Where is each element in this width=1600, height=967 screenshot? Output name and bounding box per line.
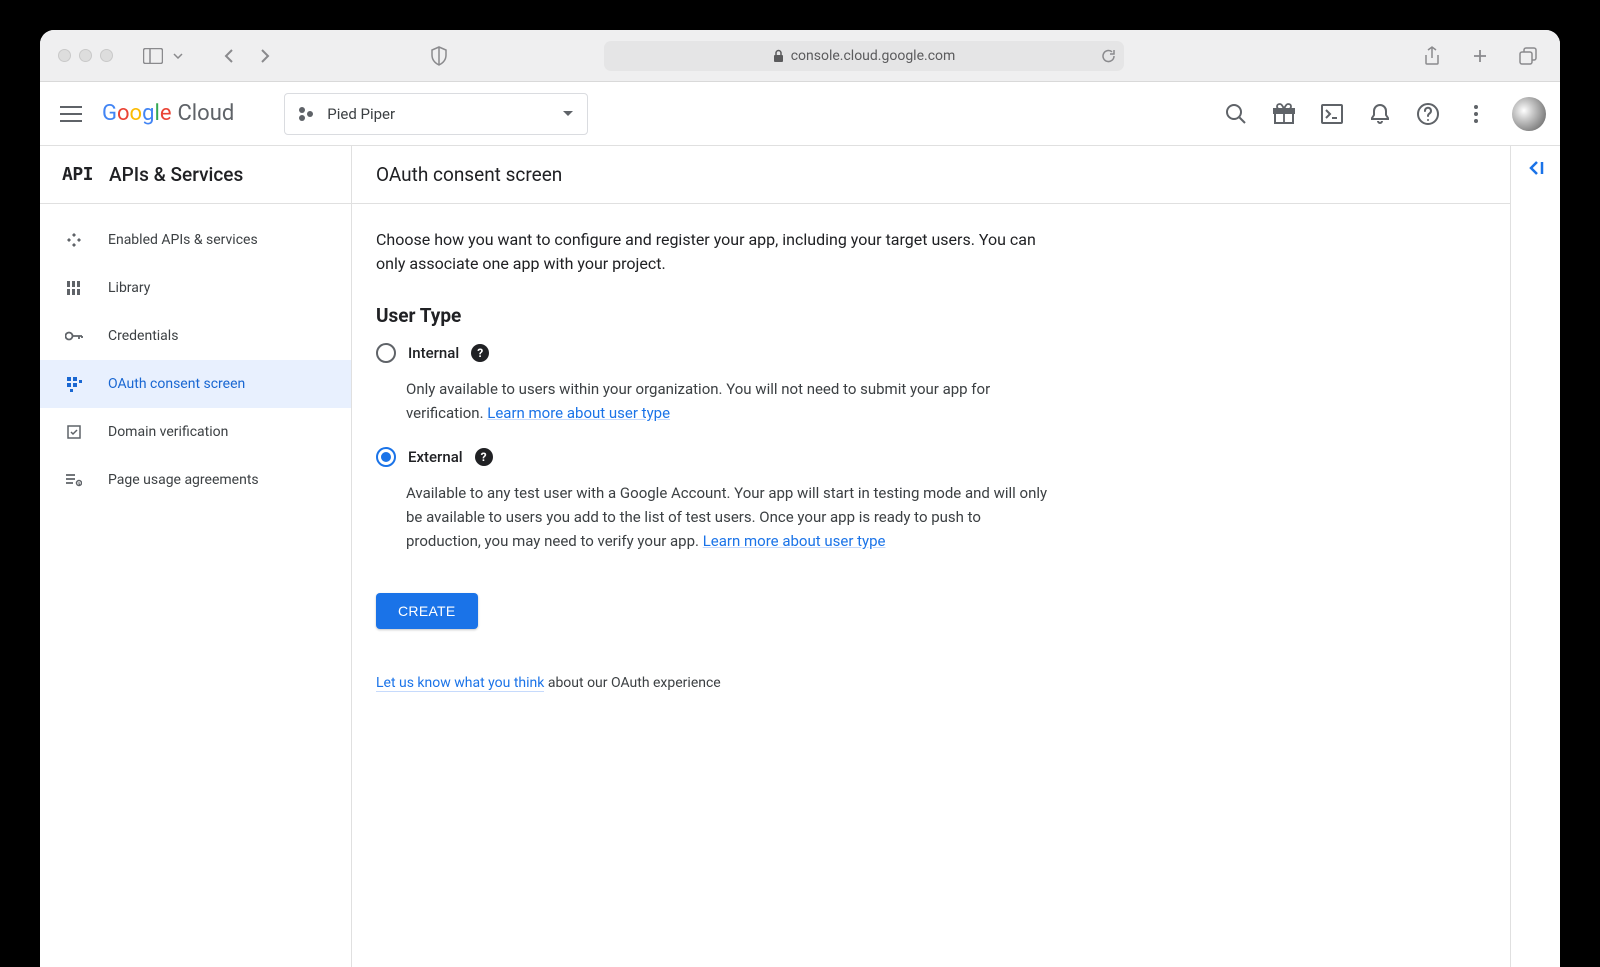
url-text: console.cloud.google.com: [791, 48, 956, 64]
radio-internal[interactable]: [376, 343, 396, 363]
cloud-shell-icon[interactable]: [1320, 102, 1344, 126]
project-icon: [299, 107, 313, 121]
sidebar-toggle-icon[interactable]: [139, 42, 167, 70]
sidebar-item-label: Page usage agreements: [108, 472, 259, 488]
shield-icon[interactable]: [425, 42, 453, 70]
sidebar-item-label: Enabled APIs & services: [108, 232, 258, 248]
user-type-internal-row: Internal ?: [376, 343, 1048, 363]
back-button[interactable]: [215, 42, 243, 70]
learn-more-internal-link[interactable]: Learn more about user type: [487, 404, 670, 422]
new-tab-icon[interactable]: [1466, 42, 1494, 70]
consent-screen-icon: [64, 377, 84, 392]
help-icon[interactable]: ?: [471, 344, 489, 362]
url-bar[interactable]: console.cloud.google.com: [604, 41, 1124, 71]
reload-icon[interactable]: [1101, 48, 1116, 64]
right-rail: [1510, 146, 1560, 967]
sidebar: API APIs & Services Enabled APIs & servi…: [40, 146, 352, 967]
maximize-window-icon[interactable]: [100, 49, 113, 62]
feedback-link[interactable]: Let us know what you think: [376, 675, 544, 692]
internal-description: Only available to users within your orga…: [406, 377, 1048, 425]
user-type-heading: User Type: [376, 304, 1048, 327]
learn-more-external-link[interactable]: Learn more about user type: [703, 532, 886, 550]
page-title: OAuth consent screen: [376, 163, 562, 186]
minimize-window-icon[interactable]: [79, 49, 92, 62]
help-icon[interactable]: [1416, 102, 1440, 126]
sidebar-item-label: Credentials: [108, 328, 178, 344]
notifications-icon[interactable]: [1368, 102, 1392, 126]
browser-toolbar: console.cloud.google.com: [40, 30, 1560, 82]
more-menu-icon[interactable]: [1464, 102, 1488, 126]
share-icon[interactable]: [1418, 42, 1446, 70]
project-name: Pied Piper: [327, 105, 395, 123]
key-icon: [64, 331, 84, 341]
api-badge-icon: API: [62, 164, 93, 185]
lock-icon: [773, 49, 784, 63]
sidebar-item-enabled-apis[interactable]: Enabled APIs & services: [40, 216, 351, 264]
avatar[interactable]: [1512, 97, 1546, 131]
sidebar-item-label: OAuth consent screen: [108, 376, 245, 392]
sidebar-item-label: Library: [108, 280, 150, 296]
enabled-apis-icon: [64, 232, 84, 248]
search-icon[interactable]: [1224, 102, 1248, 126]
sidebar-item-domain-verification[interactable]: Domain verification: [40, 408, 351, 456]
radio-external-label: External: [408, 448, 463, 466]
close-window-icon[interactable]: [58, 49, 71, 62]
sidebar-title: APIs & Services: [109, 163, 243, 186]
intro-text: Choose how you want to configure and reg…: [376, 228, 1048, 276]
collapse-panel-icon[interactable]: [1527, 160, 1545, 967]
project-picker[interactable]: Pied Piper: [284, 93, 588, 135]
google-cloud-logo[interactable]: Google Cloud: [102, 101, 234, 126]
traffic-lights: [58, 49, 113, 62]
sidebar-item-credentials[interactable]: Credentials: [40, 312, 351, 360]
help-icon[interactable]: ?: [475, 448, 493, 466]
check-box-icon: [64, 425, 84, 439]
hamburger-menu-icon[interactable]: [60, 106, 82, 122]
sidebar-item-page-usage[interactable]: Page usage agreements: [40, 456, 351, 504]
tabs-icon[interactable]: [1514, 42, 1542, 70]
radio-internal-label: Internal: [408, 344, 459, 362]
create-button[interactable]: CREATE: [376, 593, 478, 629]
sidebar-item-oauth-consent[interactable]: OAuth consent screen: [40, 360, 351, 408]
cloud-header: Google Cloud Pied Piper: [40, 82, 1560, 146]
external-description: Available to any test user with a Google…: [406, 481, 1048, 553]
radio-external[interactable]: [376, 447, 396, 467]
user-type-external-row: External ?: [376, 447, 1048, 467]
content-area: OAuth consent screen Choose how you want…: [352, 146, 1510, 967]
gift-icon[interactable]: [1272, 102, 1296, 126]
sidebar-item-library[interactable]: Library: [40, 264, 351, 312]
chevron-down-icon[interactable]: [173, 42, 183, 70]
sidebar-header[interactable]: API APIs & Services: [40, 146, 351, 204]
forward-button[interactable]: [251, 42, 279, 70]
page-usage-icon: [64, 473, 84, 487]
sidebar-item-label: Domain verification: [108, 424, 228, 440]
library-icon: [64, 281, 84, 296]
feedback-line: Let us know what you think about our OAu…: [376, 675, 1048, 691]
dropdown-arrow-icon: [563, 111, 573, 116]
